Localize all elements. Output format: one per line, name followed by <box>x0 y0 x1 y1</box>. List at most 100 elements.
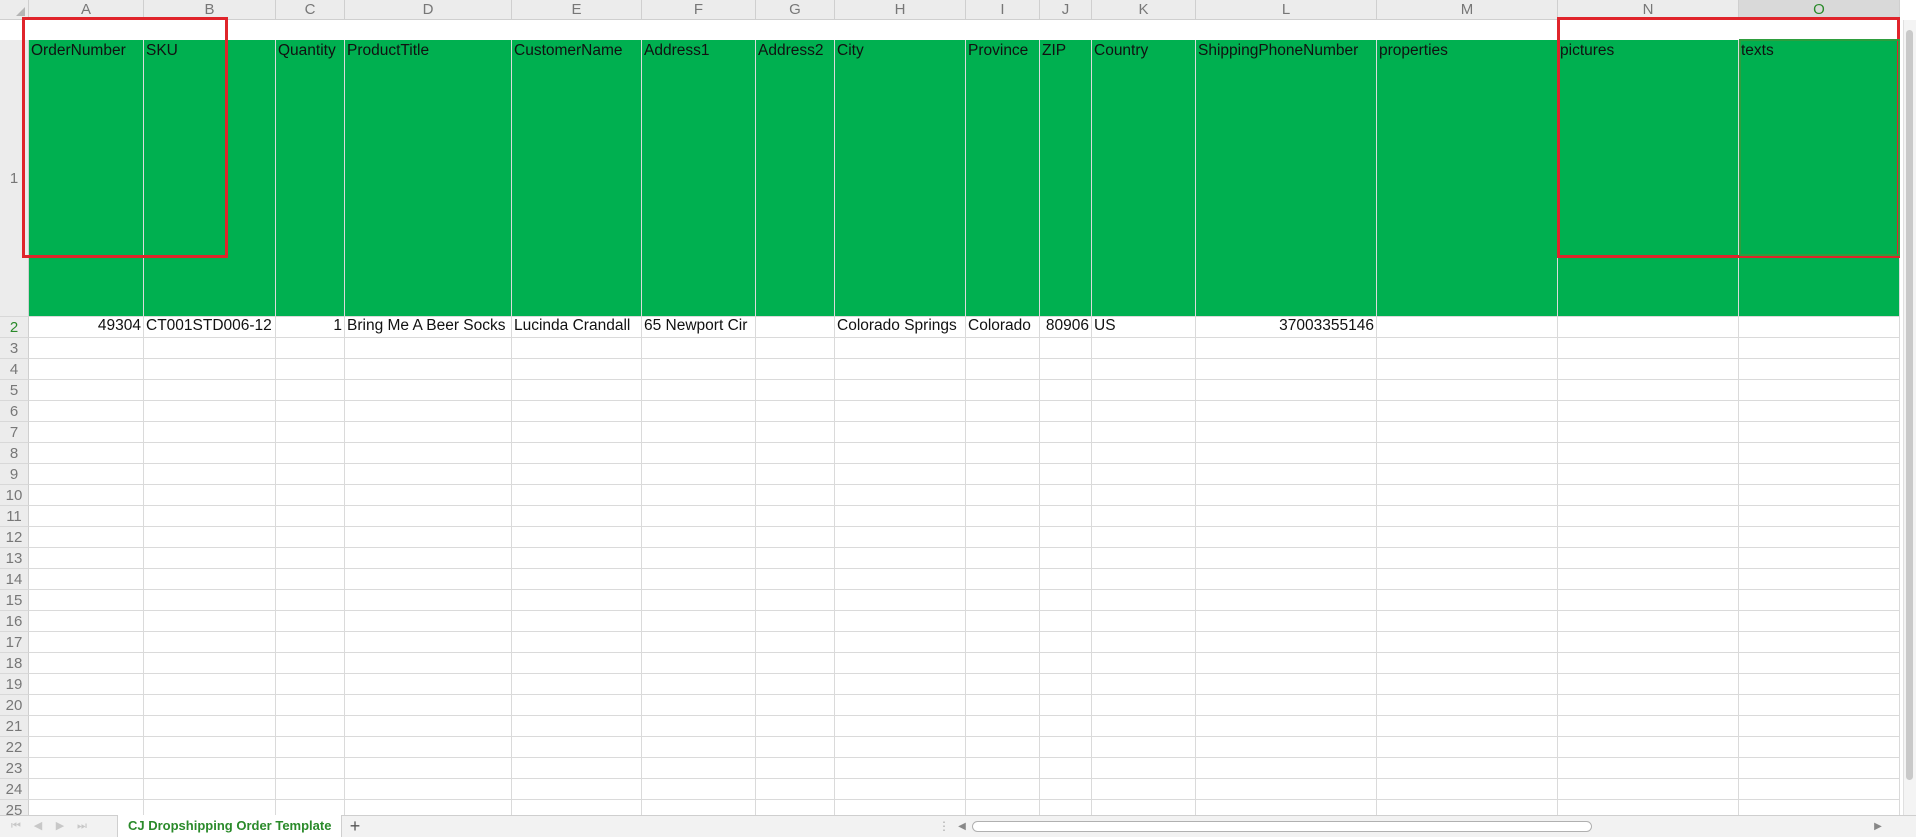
empty-cell[interactable] <box>276 380 345 401</box>
empty-cell[interactable] <box>1558 716 1739 737</box>
empty-cell[interactable] <box>642 695 756 716</box>
empty-cell[interactable] <box>1092 737 1196 758</box>
empty-cell[interactable] <box>1377 359 1558 380</box>
vertical-scrollbar[interactable] <box>1903 20 1916 815</box>
empty-cell[interactable] <box>835 590 966 611</box>
empty-cell[interactable] <box>756 338 835 359</box>
empty-cell[interactable] <box>1040 506 1092 527</box>
column-header-b[interactable]: B <box>144 0 276 20</box>
empty-cell[interactable] <box>345 737 512 758</box>
empty-cell[interactable] <box>276 464 345 485</box>
empty-cell[interactable] <box>1377 695 1558 716</box>
empty-cell[interactable] <box>512 716 642 737</box>
empty-cell[interactable] <box>642 737 756 758</box>
row-header-13[interactable]: 13 <box>0 548 29 569</box>
empty-cell[interactable] <box>835 485 966 506</box>
empty-cell[interactable] <box>1092 569 1196 590</box>
empty-cell[interactable] <box>1377 464 1558 485</box>
empty-cell[interactable] <box>1196 611 1377 632</box>
empty-cell[interactable] <box>29 359 144 380</box>
empty-cell[interactable] <box>144 527 276 548</box>
header-cell-d[interactable]: ProductTitle <box>345 40 512 317</box>
empty-cell[interactable] <box>1092 422 1196 443</box>
data-cell-h2[interactable]: Colorado Springs <box>835 317 966 338</box>
empty-cell[interactable] <box>345 485 512 506</box>
empty-cell[interactable] <box>966 422 1040 443</box>
row-header-12[interactable]: 12 <box>0 527 29 548</box>
empty-cell[interactable] <box>835 338 966 359</box>
empty-cell[interactable] <box>835 716 966 737</box>
empty-cell[interactable] <box>1558 506 1739 527</box>
empty-cell[interactable] <box>144 506 276 527</box>
empty-cell[interactable] <box>1196 695 1377 716</box>
column-header-d[interactable]: D <box>345 0 512 20</box>
row-header-17[interactable]: 17 <box>0 632 29 653</box>
empty-cell[interactable] <box>29 758 144 779</box>
empty-cell[interactable] <box>144 443 276 464</box>
empty-cell[interactable] <box>1739 716 1900 737</box>
empty-cell[interactable] <box>642 443 756 464</box>
empty-cell[interactable] <box>642 506 756 527</box>
last-sheet-icon[interactable]: ⏭ <box>74 819 90 834</box>
empty-cell[interactable] <box>512 779 642 800</box>
data-cell-j2[interactable]: 80906 <box>1040 317 1092 338</box>
empty-cell[interactable] <box>276 569 345 590</box>
empty-cell[interactable] <box>29 590 144 611</box>
empty-cell[interactable] <box>345 569 512 590</box>
row-header-8[interactable]: 8 <box>0 443 29 464</box>
empty-cell[interactable] <box>512 422 642 443</box>
empty-cell[interactable] <box>1092 485 1196 506</box>
empty-cell[interactable] <box>642 401 756 422</box>
empty-cell[interactable] <box>1377 443 1558 464</box>
empty-cell[interactable] <box>1196 527 1377 548</box>
empty-cell[interactable] <box>276 443 345 464</box>
empty-cell[interactable] <box>1377 590 1558 611</box>
empty-cell[interactable] <box>1092 611 1196 632</box>
empty-cell[interactable] <box>1196 590 1377 611</box>
column-header-k[interactable]: K <box>1092 0 1196 20</box>
empty-cell[interactable] <box>1739 401 1900 422</box>
empty-cell[interactable] <box>29 506 144 527</box>
empty-cell[interactable] <box>1196 632 1377 653</box>
empty-cell[interactable] <box>1558 401 1739 422</box>
empty-cell[interactable] <box>1558 548 1739 569</box>
empty-cell[interactable] <box>1196 359 1377 380</box>
empty-cell[interactable] <box>276 653 345 674</box>
empty-cell[interactable] <box>1558 380 1739 401</box>
header-cell-k[interactable]: Country <box>1092 40 1196 317</box>
empty-cell[interactable] <box>1196 506 1377 527</box>
empty-cell[interactable] <box>1196 422 1377 443</box>
empty-cell[interactable] <box>756 653 835 674</box>
header-cell-n[interactable]: pictures <box>1558 40 1739 317</box>
row-header-25[interactable]: 25 <box>0 800 29 815</box>
empty-cell[interactable] <box>966 653 1040 674</box>
prev-sheet-icon[interactable]: ◀ <box>30 819 46 834</box>
empty-cell[interactable] <box>835 359 966 380</box>
empty-cell[interactable] <box>29 569 144 590</box>
empty-cell[interactable] <box>966 758 1040 779</box>
data-cell-d2[interactable]: Bring Me A Beer Socks <box>345 317 512 338</box>
empty-cell[interactable] <box>1377 380 1558 401</box>
header-cell-l[interactable]: ShippingPhoneNumber <box>1196 40 1377 317</box>
row-header-10[interactable]: 10 <box>0 485 29 506</box>
empty-cell[interactable] <box>29 548 144 569</box>
empty-cell[interactable] <box>1092 716 1196 737</box>
empty-cell[interactable] <box>29 422 144 443</box>
empty-cell[interactable] <box>835 548 966 569</box>
empty-cell[interactable] <box>1092 506 1196 527</box>
empty-cell[interactable] <box>1040 716 1092 737</box>
empty-cell[interactable] <box>642 485 756 506</box>
empty-cell[interactable] <box>1196 653 1377 674</box>
empty-cell[interactable] <box>1377 401 1558 422</box>
header-cell-f[interactable]: Address1 <box>642 40 756 317</box>
column-header-o[interactable]: O <box>1739 0 1900 20</box>
empty-cell[interactable] <box>144 674 276 695</box>
empty-cell[interactable] <box>756 590 835 611</box>
empty-cell[interactable] <box>966 569 1040 590</box>
empty-cell[interactable] <box>835 443 966 464</box>
empty-cell[interactable] <box>1040 338 1092 359</box>
header-cell-g[interactable]: Address2 <box>756 40 835 317</box>
empty-cell[interactable] <box>1558 695 1739 716</box>
empty-cell[interactable] <box>1196 380 1377 401</box>
empty-cell[interactable] <box>1377 611 1558 632</box>
